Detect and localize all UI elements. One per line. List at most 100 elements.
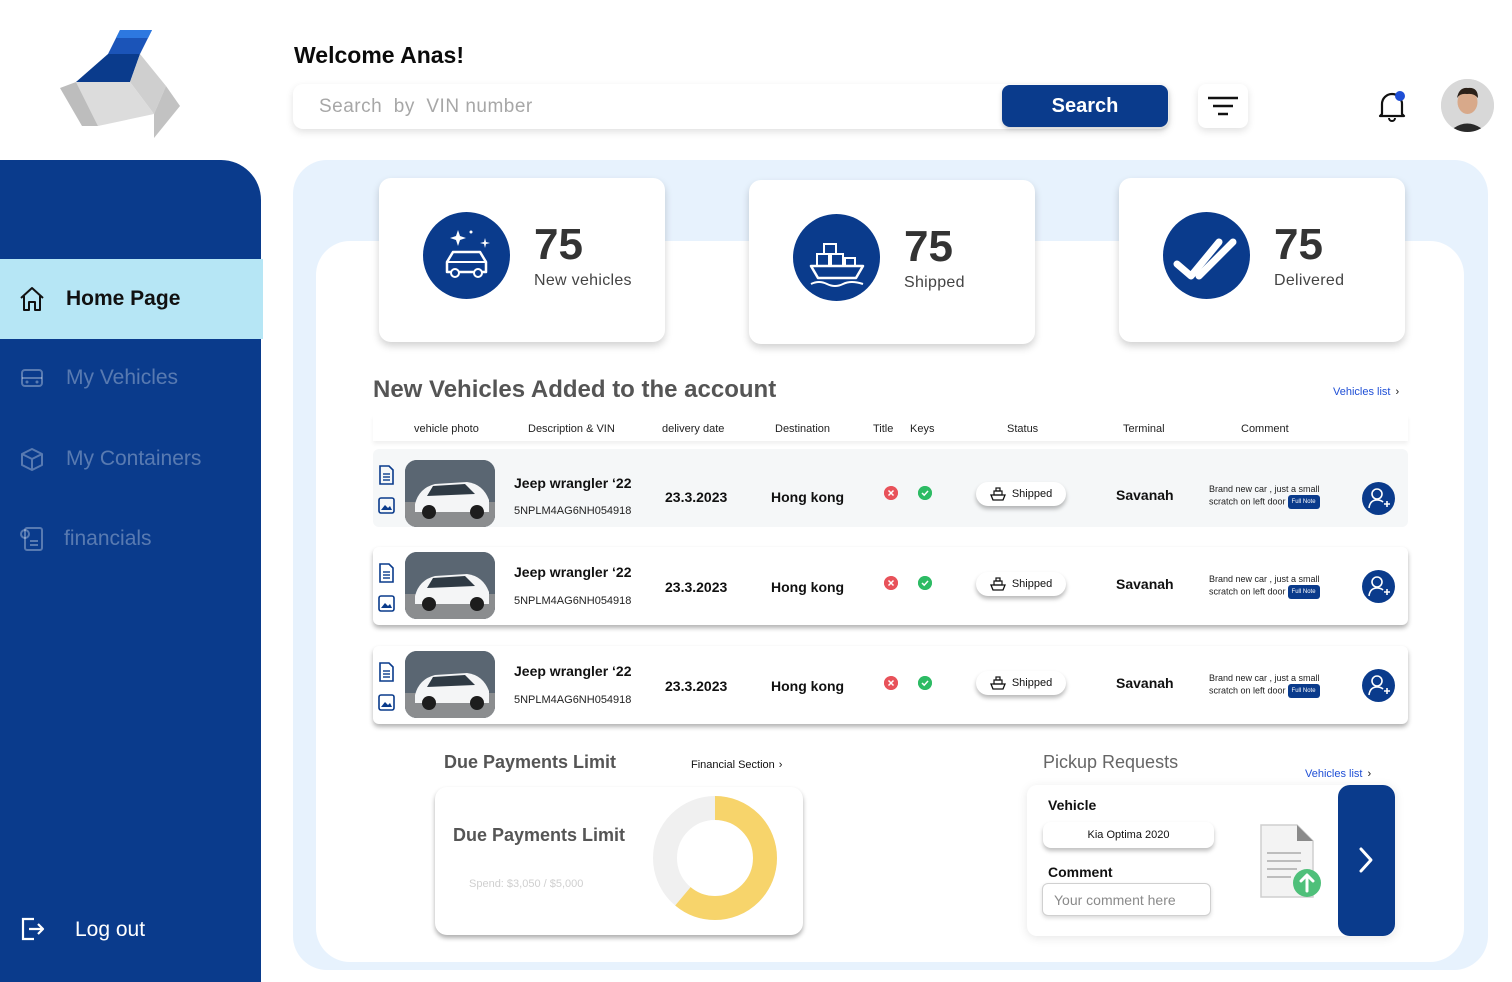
column-header: Terminal <box>1123 423 1165 435</box>
sidebar: Home Page My Vehicles My Containers fina… <box>0 160 263 982</box>
sidebar-item-vehicles[interactable]: My Vehicles <box>0 338 263 418</box>
pickup-vehicles-list-link[interactable]: Vehicles list › <box>1305 768 1371 780</box>
ship-small-icon <box>989 676 1006 690</box>
chevron-right-icon: › <box>1367 768 1372 780</box>
stat-card-shipped[interactable]: 75 Shipped <box>749 180 1035 344</box>
vehicle-photo[interactable] <box>405 552 495 619</box>
ship-small-icon <box>989 577 1006 591</box>
comment-cell: Brand new car , just a small scratch on … <box>1209 483 1333 509</box>
table-row[interactable]: Jeep wrangler ‘22 5NPLM4AG6NH054918 23.3… <box>373 547 1408 625</box>
comment-cell: Brand new car , just a small scratch on … <box>1209 672 1333 698</box>
table-row[interactable]: Jeep wrangler ‘22 5NPLM4AG6NH054918 23.3… <box>373 449 1408 527</box>
user-portrait-icon <box>1441 79 1494 132</box>
vehicle-photo[interactable] <box>405 651 495 718</box>
vehicle-vin: 5NPLM4AG6NH054918 <box>514 694 632 706</box>
logo-icon <box>60 30 180 138</box>
stat-value: 75 <box>534 220 583 269</box>
column-header: Description & VIN <box>528 423 615 435</box>
table-row[interactable]: Jeep wrangler ‘22 5NPLM4AG6NH054918 23.3… <box>373 646 1408 724</box>
vehicle-vin: 5NPLM4AG6NH054918 <box>514 505 632 517</box>
sidebar-item-label: My Vehicles <box>66 366 179 389</box>
vehicle-select[interactable]: Kia Optima 2020 <box>1043 822 1214 848</box>
full-note-button[interactable]: Full Note <box>1287 495 1320 509</box>
section-title-pickup: Pickup Requests <box>1043 752 1179 772</box>
x-circle-icon <box>884 676 898 690</box>
double-check-icon <box>1163 212 1250 299</box>
destination: Hong kong <box>771 579 845 595</box>
vehicle-photo[interactable] <box>405 460 495 527</box>
link-label: Financial Section <box>691 759 775 771</box>
upload-document-icon[interactable] <box>1257 823 1327 905</box>
payments-donut-chart <box>653 796 777 920</box>
column-header: Destination <box>775 423 831 435</box>
box-icon <box>21 448 43 471</box>
status-badge: Shipped <box>976 572 1066 596</box>
stat-label: Shipped <box>904 274 965 291</box>
status-label: Shipped <box>1011 578 1053 590</box>
delivery-date: 23.3.2023 <box>665 489 728 505</box>
pickup-request-card: Vehicle Kia Optima 2020 Comment <box>1027 785 1395 936</box>
vehicles-list-link[interactable]: Vehicles list › <box>1333 386 1399 398</box>
logout-button[interactable]: Log out <box>0 910 261 952</box>
sidebar-item-containers[interactable]: My Containers <box>0 419 263 499</box>
search-button[interactable]: Search <box>1002 85 1168 127</box>
stat-label: New vehicles <box>534 272 632 289</box>
delivery-date: 23.3.2023 <box>665 579 728 595</box>
section-title-new-vehicles: New Vehicles Added to the account <box>373 376 777 403</box>
due-payments-card: Due Payments Limit Spend: $3,050 / $5,00… <box>435 787 803 935</box>
filter-button[interactable] <box>1198 84 1248 128</box>
logout-icon <box>21 917 45 941</box>
notification-bell-icon[interactable] <box>1370 86 1414 126</box>
check-circle-icon <box>918 676 932 690</box>
link-label: Vehicles list <box>1333 386 1391 398</box>
document-icon[interactable] <box>378 563 395 583</box>
full-note-button[interactable]: Full Note <box>1287 585 1320 599</box>
assign-user-button[interactable] <box>1362 570 1395 603</box>
column-header: delivery date <box>662 423 725 435</box>
table-header: vehicle photo Description & VIN delivery… <box>373 415 1408 441</box>
search-input[interactable] <box>319 94 979 120</box>
comment-label: Comment <box>1048 864 1113 880</box>
comment-cell: Brand new car , just a small scratch on … <box>1209 573 1333 599</box>
image-icon[interactable] <box>378 497 395 514</box>
assign-user-button[interactable] <box>1362 669 1395 702</box>
image-icon[interactable] <box>378 595 395 612</box>
sidebar-item-label: Home Page <box>66 287 181 310</box>
stat-card-new-vehicles[interactable]: 75 New vehicles <box>379 178 665 342</box>
link-label: Vehicles list <box>1305 768 1363 780</box>
assign-user-button[interactable] <box>1362 482 1395 515</box>
terminal: Savanah <box>1116 576 1174 592</box>
document-icon[interactable] <box>378 465 395 485</box>
spend-text: Spend: $3,050 / $5,000 <box>469 878 584 890</box>
image-icon[interactable] <box>378 694 395 711</box>
ship-icon <box>793 214 880 301</box>
stat-card-delivered[interactable]: 75 Delivered <box>1119 178 1405 342</box>
full-note-button[interactable]: Full Note <box>1287 684 1320 698</box>
column-header: Title <box>873 423 894 435</box>
document-icon[interactable] <box>378 662 395 682</box>
add-user-icon <box>1368 488 1390 509</box>
check-circle-icon <box>918 486 932 500</box>
stat-label: Delivered <box>1274 272 1345 289</box>
add-user-icon <box>1368 675 1390 696</box>
add-user-icon <box>1368 576 1390 597</box>
sidebar-item-label: financials <box>64 527 152 550</box>
section-title-due-payments: Due Payments Limit <box>444 752 617 772</box>
column-header: Comment <box>1241 423 1289 435</box>
terminal: Savanah <box>1116 487 1174 503</box>
chevron-right-icon: › <box>1395 386 1400 398</box>
filter-icon <box>1208 96 1238 116</box>
column-header: Status <box>1007 423 1039 435</box>
vehicle-name: Jeep wrangler ‘22 <box>514 663 632 679</box>
finance-icon <box>20 527 43 551</box>
sidebar-item-financials[interactable]: financials <box>0 499 263 579</box>
vehicle-label: Vehicle <box>1048 797 1097 813</box>
car-icon <box>21 369 43 387</box>
financial-section-link[interactable]: Financial Section › <box>691 759 782 771</box>
check-circle-icon <box>918 576 932 590</box>
avatar[interactable] <box>1441 79 1494 132</box>
column-header: vehicle photo <box>414 423 479 435</box>
comment-input[interactable] <box>1042 883 1211 916</box>
submit-next-button[interactable] <box>1338 785 1395 936</box>
sidebar-item-home[interactable]: Home Page <box>0 259 263 339</box>
